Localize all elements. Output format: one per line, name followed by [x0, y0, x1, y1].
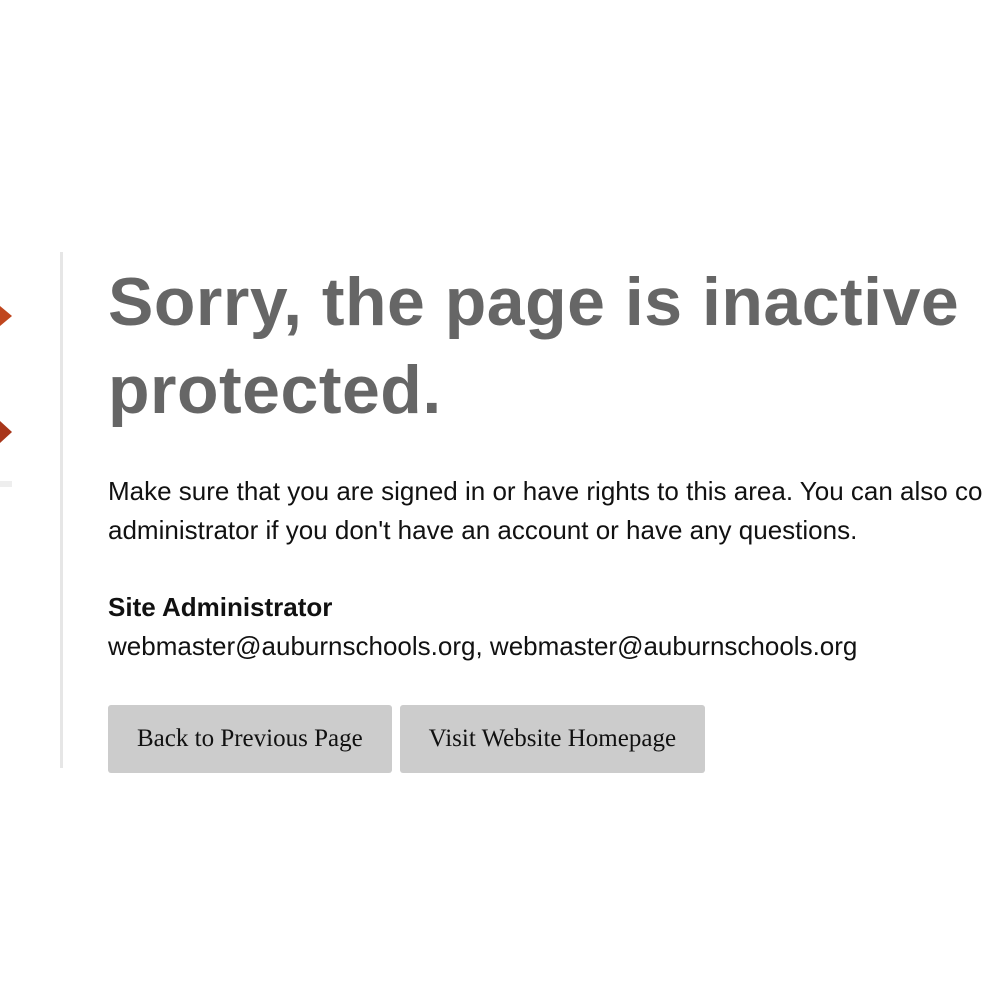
vertical-divider [60, 252, 63, 768]
error-page: Sorry, the page is inactive protected. M… [0, 0, 1000, 1000]
error-message: Make sure that you are signed in or have… [108, 472, 1000, 550]
school-logo-icon [0, 306, 12, 487]
action-buttons: Back to Previous Page Visit Website Home… [108, 705, 1000, 773]
site-admin-emails: webmaster@auburnschools.org, webmaster@a… [108, 631, 858, 661]
error-message-line-2: administrator if you don't have an accou… [108, 515, 858, 545]
page-title-line-1: Sorry, the page is inactive [108, 264, 960, 340]
error-content: Sorry, the page is inactive protected. M… [108, 258, 1000, 773]
page-title: Sorry, the page is inactive protected. [108, 258, 1000, 434]
visit-website-homepage-button[interactable]: Visit Website Homepage [399, 705, 706, 773]
back-to-previous-page-button[interactable]: Back to Previous Page [108, 705, 392, 773]
site-admin-heading: Site Administrator [108, 592, 333, 622]
page-title-line-2: protected. [108, 352, 442, 428]
error-message-line-1: Make sure that you are signed in or have… [108, 476, 983, 506]
